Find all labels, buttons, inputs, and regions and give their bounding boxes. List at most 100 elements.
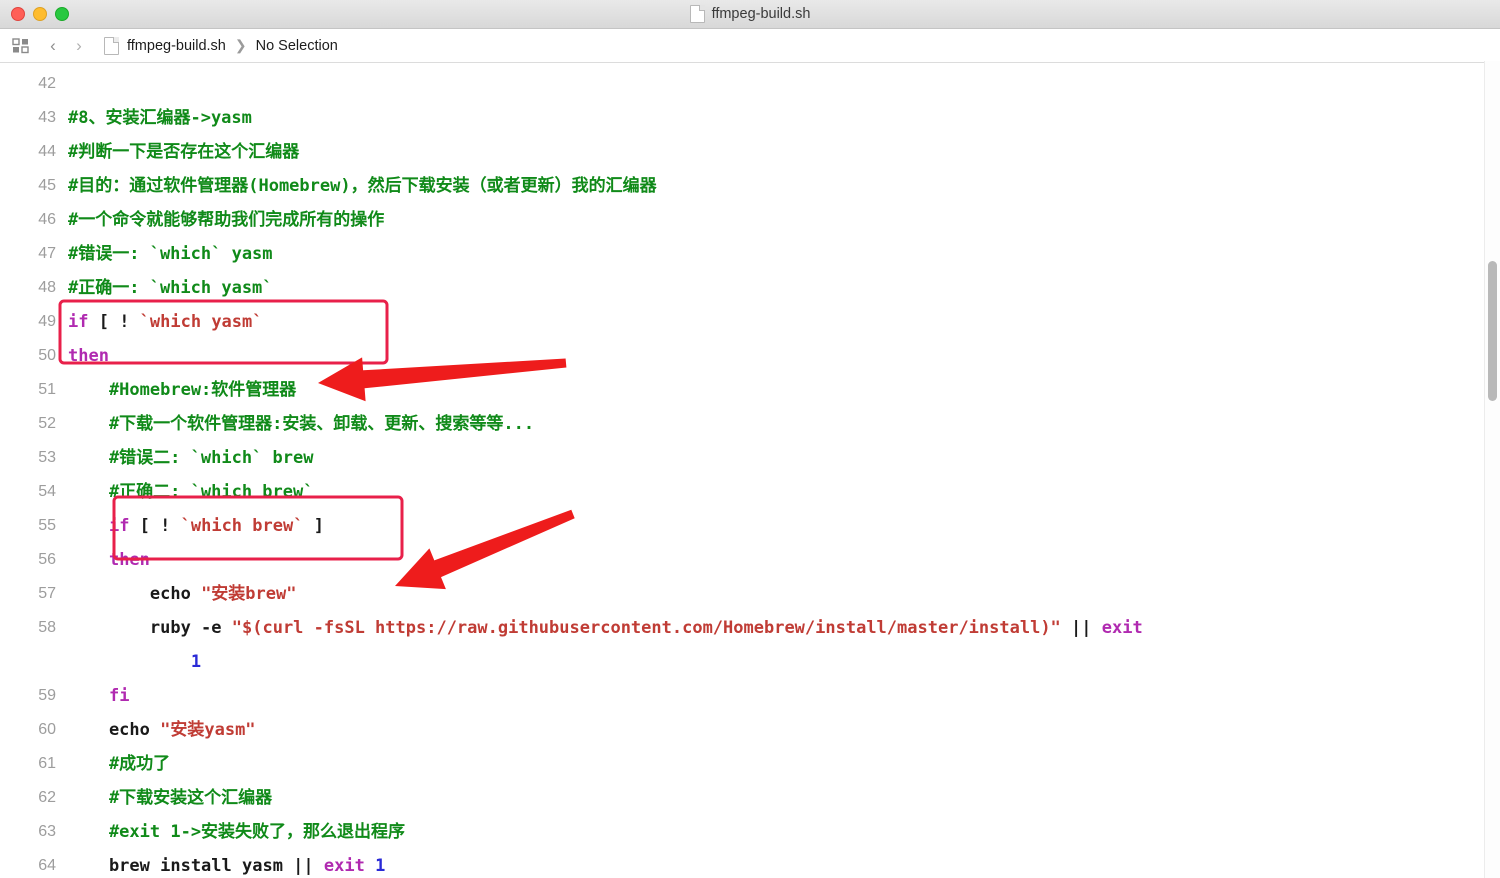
line-source[interactable]: brew install yasm || exit 1	[68, 849, 1500, 878]
line-source[interactable]: #正确一: `which yasm`	[68, 271, 1500, 305]
line-number: 46	[38, 211, 56, 228]
token-plain: ||	[1060, 618, 1102, 638]
token-plain: ruby -e	[68, 618, 232, 638]
zoom-button[interactable]	[55, 7, 69, 21]
line-number: 63	[38, 823, 56, 840]
token-cmt: #下载一个软件管理器:安装、卸载、更新、搜索等等...	[68, 414, 535, 434]
breadcrumb-file-name[interactable]: ffmpeg-build.sh	[127, 38, 226, 54]
token-kw: exit	[1101, 618, 1143, 638]
code-line[interactable]: 64 brew install yasm || exit 1	[0, 849, 1500, 878]
line-source[interactable]: #判断一下是否存在这个汇编器	[68, 135, 1500, 169]
token-plain: [ !	[129, 516, 181, 536]
code-line[interactable]: 45 #目的：通过软件管理器(Homebrew)，然后下载安装（或者更新）我的汇编…	[0, 169, 1500, 203]
code-line[interactable]: 58 ruby -e "$(curl -fsSL https://raw.git…	[0, 611, 1500, 679]
line-source[interactable]: #目的：通过软件管理器(Homebrew)，然后下载安装（或者更新）我的汇编器	[68, 169, 1500, 203]
token-str: "安装brew"	[201, 584, 297, 604]
breadcrumb-selection[interactable]: No Selection	[256, 38, 338, 54]
code-line[interactable]: 62 #下载安装这个汇编器	[0, 781, 1500, 815]
line-source[interactable]: #一个命令就能够帮助我们完成所有的操作	[68, 203, 1500, 237]
line-number: 42	[38, 75, 56, 92]
line-number: 60	[38, 721, 56, 738]
navigate-back-button[interactable]: ‹	[40, 35, 66, 57]
line-source[interactable]: #exit 1->安装失败了，那么退出程序	[68, 815, 1500, 849]
token-kw: if	[108, 516, 130, 536]
line-source[interactable]: ruby -e "$(curl -fsSL https://raw.github…	[68, 611, 1500, 679]
line-source[interactable]: #错误一: `which` yasm	[68, 237, 1500, 271]
line-source[interactable]: #错误二: `which` brew	[68, 441, 1500, 475]
line-source[interactable]: #成功了	[68, 747, 1500, 781]
line-number: 43	[38, 109, 56, 126]
line-source[interactable]: echo "安装yasm"	[68, 713, 1500, 747]
line-source[interactable]: #Homebrew:软件管理器	[68, 373, 1500, 407]
title-bar: ffmpeg-build.sh	[0, 0, 1500, 29]
line-number: 51	[38, 381, 56, 398]
code-line[interactable]: 61 #成功了	[0, 747, 1500, 781]
token-num: 1	[190, 652, 202, 672]
code-line[interactable]: 49 if [ ! `which yasm`	[0, 305, 1500, 339]
line-source[interactable]: #下载安装这个汇编器	[68, 781, 1500, 815]
code-line[interactable]: 42	[0, 67, 1500, 101]
line-number: 54	[38, 483, 56, 500]
breadcrumb-file-icon	[104, 36, 119, 55]
line-number: 59	[38, 687, 56, 704]
code-line[interactable]: 59 fi	[0, 679, 1500, 713]
code-line[interactable]: 43 #8、安装汇编器->yasm	[0, 101, 1500, 135]
line-source[interactable]: if [ ! `which brew` ]	[68, 509, 1500, 543]
vertical-scrollbar[interactable]	[1484, 61, 1500, 878]
line-number: 45	[38, 177, 56, 194]
line-number: 47	[38, 245, 56, 262]
code-line[interactable]: 55 if [ ! `which brew` ]	[0, 509, 1500, 543]
minimize-button[interactable]	[33, 7, 47, 21]
code-line[interactable]: 48 #正确一: `which yasm`	[0, 271, 1500, 305]
token-kw: then	[108, 550, 150, 570]
code-line[interactable]: 51 #Homebrew:软件管理器	[0, 373, 1500, 407]
token-kw: if	[68, 312, 89, 332]
line-source[interactable]: echo "安装brew"	[68, 577, 1500, 611]
code-line[interactable]: 50 then	[0, 339, 1500, 373]
code-line[interactable]: 57 echo "安装brew"	[0, 577, 1500, 611]
jump-bar: ‹ › ffmpeg-build.sh ❯ No Selection	[0, 29, 1500, 63]
token-str: "$(curl -fsSL https://raw.githubusercont…	[231, 618, 1061, 638]
token-cmt: #成功了	[68, 754, 171, 774]
token-plain: echo	[68, 720, 161, 740]
related-items-icon[interactable]	[10, 35, 32, 57]
code-line[interactable]: 63 #exit 1->安装失败了，那么退出程序	[0, 815, 1500, 849]
code-line[interactable]: 52 #下载一个软件管理器:安装、卸载、更新、搜索等等...	[0, 407, 1500, 441]
line-number: 48	[38, 279, 56, 296]
token-num: 1	[375, 856, 386, 876]
source-editor[interactable]: 42 43 #8、安装汇编器->yasm 44 #判断一下是否存在这个汇编器 45 #目的：…	[0, 63, 1500, 878]
line-number: 49	[38, 313, 56, 330]
code-line[interactable]: 47 #错误一: `which` yasm	[0, 237, 1500, 271]
token-cmt: #Homebrew:软件管理器	[68, 380, 297, 400]
code-line[interactable]: 54 #正确二: `which brew`	[0, 475, 1500, 509]
line-source[interactable]: #8、安装汇编器->yasm	[68, 101, 1500, 135]
code-line[interactable]: 56 then	[0, 543, 1500, 577]
token-plain: brew install yasm ||	[68, 856, 324, 876]
window-controls	[0, 7, 69, 21]
code-line[interactable]: 53 #错误二: `which` brew	[0, 441, 1500, 475]
code-lines[interactable]: 42 43 #8、安装汇编器->yasm 44 #判断一下是否存在这个汇编器 45 #目的：…	[0, 63, 1500, 878]
line-source[interactable]: then	[68, 339, 1500, 373]
line-number: 58	[38, 619, 56, 636]
line-source[interactable]: #下载一个软件管理器:安装、卸载、更新、搜索等等...	[68, 407, 1500, 441]
scrollbar-thumb[interactable]	[1488, 261, 1497, 401]
window-title: ffmpeg-build.sh	[711, 6, 811, 22]
close-button[interactable]	[11, 7, 25, 21]
line-source[interactable]: then	[68, 543, 1500, 577]
navigate-forward-button[interactable]: ›	[66, 35, 92, 57]
token-cmt: #错误一: `which` yasm	[68, 244, 273, 264]
token-plain: ]	[303, 516, 324, 536]
token-str: `which brew`	[180, 516, 304, 536]
code-line[interactable]: 60 echo "安装yasm"	[0, 713, 1500, 747]
chevron-right-icon: ❯	[234, 37, 247, 53]
line-source[interactable]: #正确二: `which brew`	[68, 475, 1500, 509]
code-line[interactable]: 46 #一个命令就能够帮助我们完成所有的操作	[0, 203, 1500, 237]
code-line[interactable]: 44 #判断一下是否存在这个汇编器	[0, 135, 1500, 169]
line-number: 64	[38, 857, 56, 874]
line-number: 55	[38, 517, 56, 534]
line-number: 53	[38, 449, 56, 466]
line-source[interactable]: if [ ! `which yasm`	[68, 305, 1500, 339]
line-source[interactable]: fi	[68, 679, 1500, 713]
